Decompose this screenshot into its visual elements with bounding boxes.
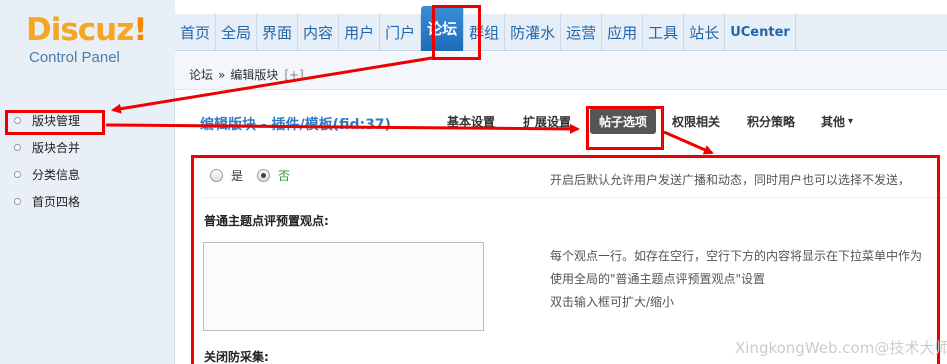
sidebar-item-label: 分类信息 [32, 168, 81, 182]
breadcrumb-current: 编辑版块 [230, 68, 279, 82]
post-options-form: 是 否 开启后默认允许用户发送广播和动态，同时用户也可以选择不发送， 普通主题点… [193, 155, 947, 364]
nav-portal[interactable]: 门户 [380, 14, 422, 51]
nav-tools[interactable]: 工具 [643, 14, 685, 51]
sidebar-item-homepage-grid[interactable]: 首页四格 [14, 193, 80, 210]
sidebar: 版块管理 版块合并 分类信息 首页四格 [0, 90, 175, 364]
nav-users[interactable]: 用户 [339, 14, 381, 51]
nav-webmaster[interactable]: 站长 [684, 14, 726, 51]
tab-extended-settings[interactable]: 扩展设置 [523, 108, 571, 134]
radio-no-label: 否 [278, 169, 291, 183]
tab-other-label: 其他 [821, 114, 846, 129]
nav-forum[interactable]: 论坛 [421, 6, 465, 51]
arrow-to-form [663, 130, 714, 155]
nav-global[interactable]: 全局 [216, 14, 258, 51]
sidebar-item-forum-merge[interactable]: 版块合并 [14, 139, 80, 156]
breadcrumb-separator: » [218, 68, 226, 82]
logo-subtitle: Control Panel [29, 49, 120, 66]
sidebar-item-label: 版块合并 [32, 141, 81, 155]
radio-yes[interactable] [210, 169, 223, 182]
radio-no[interactable] [257, 169, 271, 182]
bullet-icon [14, 117, 21, 124]
viewpoints-tip-1: 每个观点一行。如存在空行，空行下方的内容将显示在下拉菜单中作为 [550, 249, 923, 263]
chevron-down-icon: ▾ [848, 115, 854, 127]
nav-groups[interactable]: 群组 [464, 14, 506, 51]
sidebar-item-label: 首页四格 [32, 195, 81, 209]
nav-operations[interactable]: 运营 [561, 14, 603, 51]
logo: Discuz! Control Panel [0, 0, 175, 90]
nav-interface[interactable]: 界面 [257, 14, 299, 51]
page-title: 编辑版块 - 插件/模板(fid:37) [200, 117, 391, 133]
viewpoints-textarea[interactable] [203, 242, 484, 331]
anticollect-label: 关闭防采集: [204, 350, 269, 364]
breadcrumb-row: 论坛 » 编辑版块 [+] [175, 52, 947, 90]
watermark: XingkongWeb.com@技术大师 [735, 339, 947, 357]
sidebar-item-forum-manage[interactable]: 版块管理 [14, 112, 80, 129]
tab-permissions[interactable]: 权限相关 [672, 108, 720, 134]
nav-ucenter[interactable]: UCenter [725, 14, 796, 51]
radio-yes-label: 是 [231, 169, 244, 183]
nav-home[interactable]: 首页 [175, 14, 217, 51]
tab-basic-settings[interactable]: 基本设置 [447, 108, 495, 134]
sidebar-item-thread-types[interactable]: 分类信息 [14, 166, 80, 183]
viewpoints-label: 普通主题点评预置观点: [204, 214, 329, 228]
breadcrumb-root[interactable]: 论坛 [189, 68, 213, 82]
bullet-icon [14, 198, 21, 205]
broadcast-radio-group: 是 否 [210, 167, 304, 184]
tab-other[interactable]: 其他 ▾ [821, 108, 853, 134]
top-navigation: 首页 全局 界面 内容 用户 门户 论坛 群组 防灌水 运营 应用 工具 站长 … [175, 6, 796, 51]
nav-content[interactable]: 内容 [298, 14, 340, 51]
add-shortcut-link[interactable]: [+] [284, 68, 303, 82]
broadcast-tip: 开启后默认允许用户发送广播和动态，同时用户也可以选择不发送， [550, 173, 911, 187]
bullet-icon [14, 144, 21, 151]
viewpoints-tip-3: 双击输入框可扩大/缩小 [550, 295, 675, 309]
viewpoints-tip-2: 使用全局的"普通主题点评预置观点"设置 [550, 272, 766, 286]
tab-credit-policy[interactable]: 积分策略 [747, 108, 795, 134]
sidebar-item-label: 版块管理 [32, 114, 81, 128]
breadcrumb: 论坛 » 编辑版块 [+] [189, 66, 304, 83]
nav-antispam[interactable]: 防灌水 [505, 14, 562, 51]
nav-apps[interactable]: 应用 [602, 14, 644, 51]
bullet-icon [14, 171, 21, 178]
divider [203, 197, 947, 198]
logo-title: Discuz! [26, 12, 147, 48]
tab-post-options[interactable]: 帖子选项 [590, 108, 657, 134]
